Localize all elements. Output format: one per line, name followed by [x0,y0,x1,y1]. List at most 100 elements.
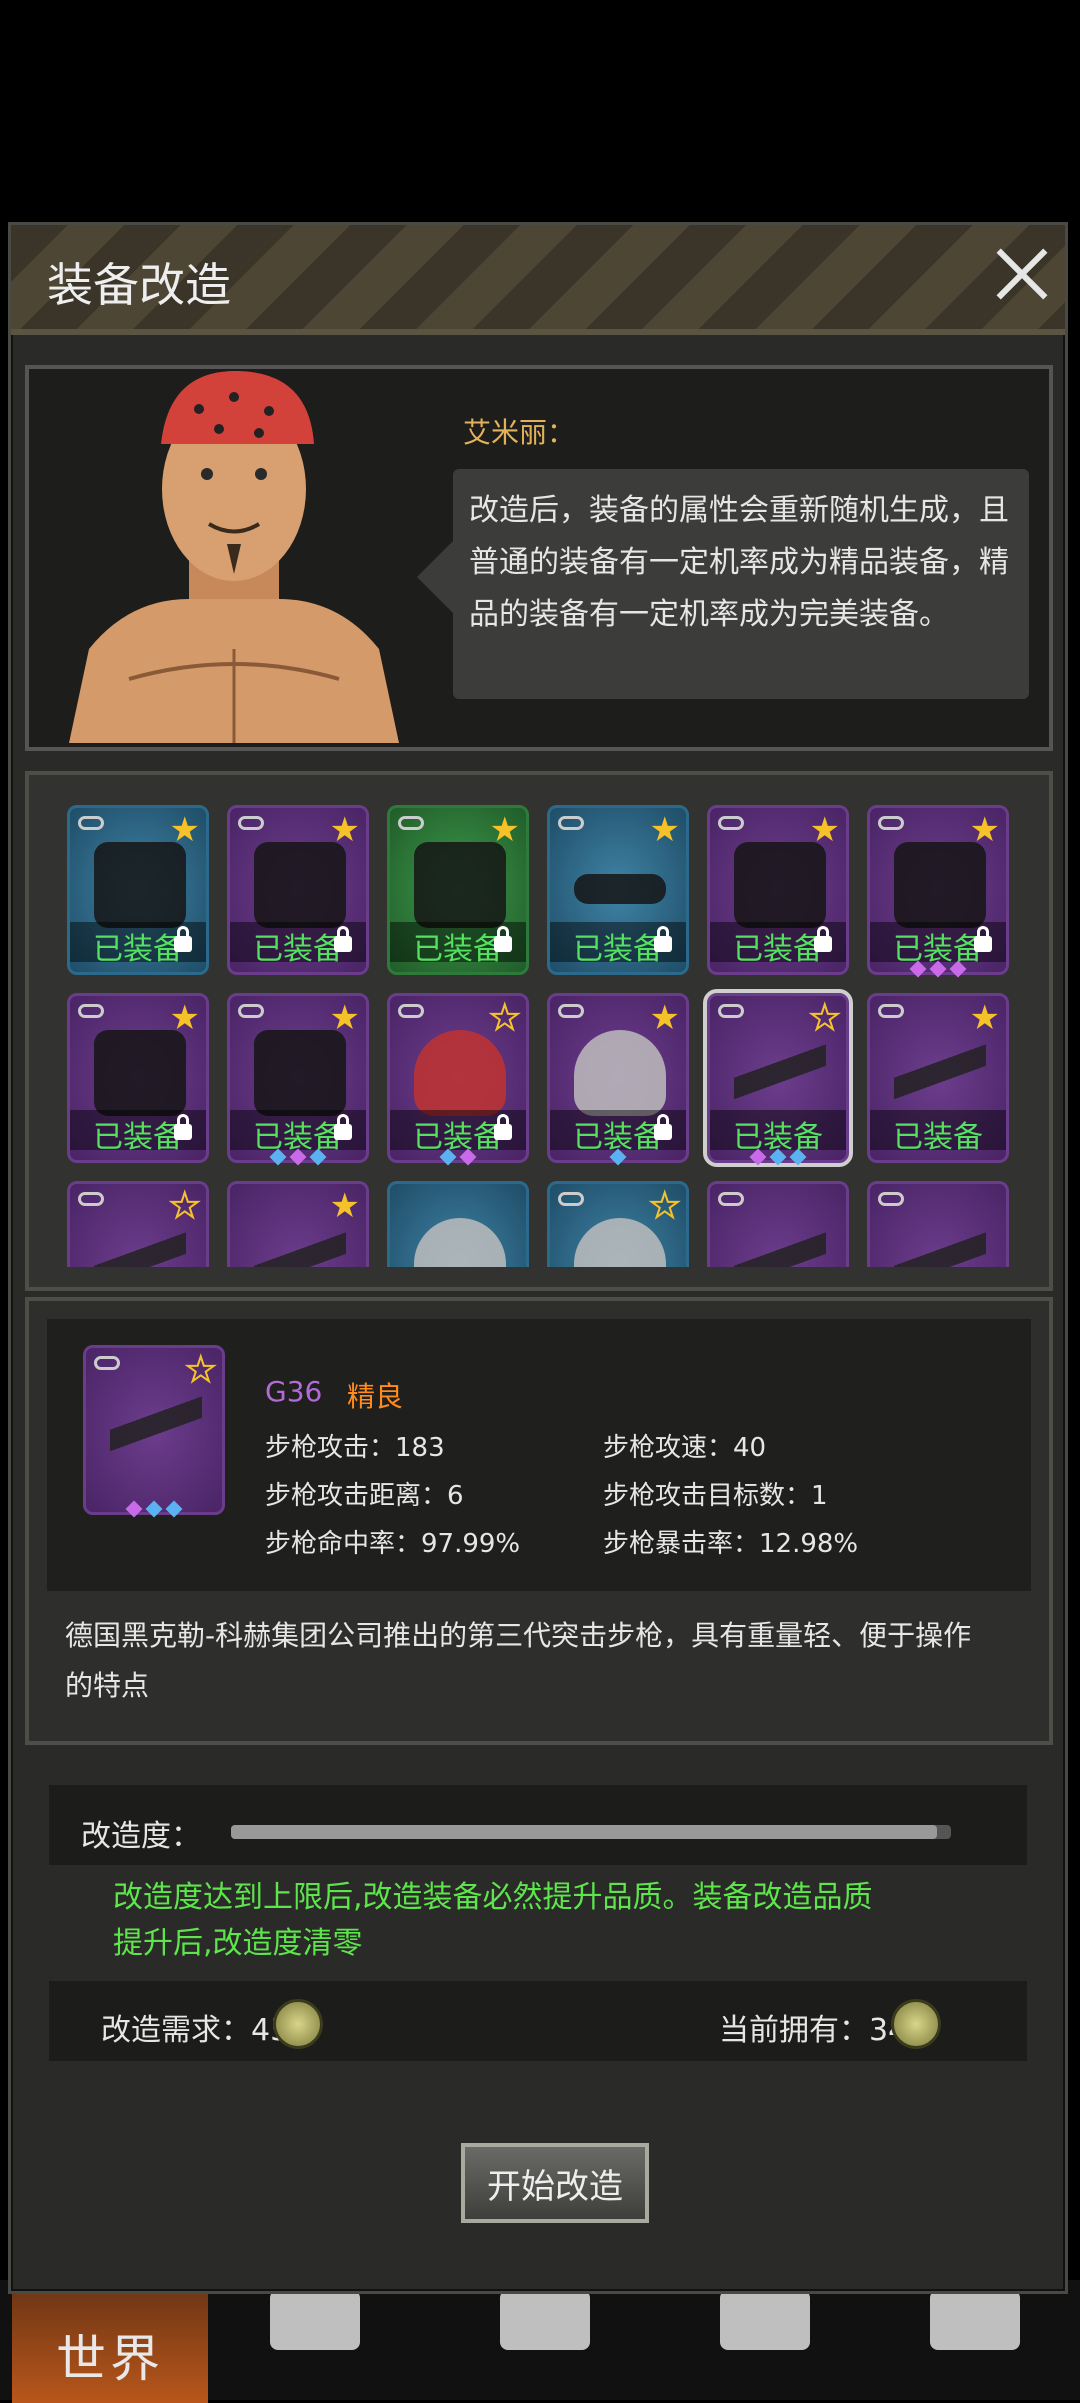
refine-requirement: 改造需求：45 [101,2013,290,2048]
equipment-grid-panel: ★ 已装备 ★ 已装备 ★ 已装备 ★ 已装备 ★ 已装备 ★ 已装备 ★ 已装… [25,771,1053,1291]
star-icon: ★ [649,810,680,850]
equip-slot-glasses[interactable]: ★ 已装备 [547,805,689,975]
equip-slot-boots[interactable]: ★ 已装备 [707,805,849,975]
lock-icon [654,926,672,952]
backpack-icon[interactable] [270,2290,360,2350]
star-outline-icon: ★ [648,1185,681,1227]
refine-label: 改造度： [81,1819,201,1854]
link-icon [238,816,264,830]
stat-rifle-attack-speed: 步枪攻速：40 [603,1433,767,1463]
knife-icon [94,1218,186,1267]
equip-slot-vest[interactable]: ★ 已装备 [67,805,209,975]
rifle-icon [894,1030,986,1116]
equipped-label: 已装备 [893,1120,983,1155]
inventory-slot-machete[interactable] [707,1181,849,1267]
link-icon [78,816,104,830]
link-icon [718,1192,744,1206]
lock-icon [174,926,192,952]
gem-slots [390,1148,526,1166]
lock-icon [174,1114,192,1140]
speech-text: 改造后，装备的属性会重新随机生成，且普通的装备有一定机率成为精品装备，精品的装备… [469,493,1009,632]
link-icon [558,816,584,830]
link-icon [878,816,904,830]
nav-tab-world[interactable]: 世界 [12,2280,208,2403]
stat-rifle-range: 步枪攻击距离：6 [265,1481,464,1511]
stat-rifle-attack: 步枪攻击：183 [265,1433,445,1463]
lock-icon [334,926,352,952]
gem-slots [230,1148,366,1166]
equipment-refine-dialog: 装备改造 艾米丽： 改造后，装备的属性会重新随机生成，且普通的装备有一定机率成为… [8,222,1068,2294]
equip-slot-armor[interactable]: ★ 已装备 [227,805,369,975]
start-refine-label: 开始改造 [487,2166,623,2207]
boots-icon [734,842,826,928]
equip-slot-red-helmet[interactable]: ★ 已装备 [387,993,529,1166]
owned-amount: 当前拥有：34 [719,2013,908,2048]
lock-icon [494,1114,512,1140]
link-icon [558,1192,584,1206]
equip-slot-police-helmet[interactable]: ★ 已装备 [547,993,689,1166]
machete-icon [894,1218,986,1267]
link-icon [718,816,744,830]
pants-icon [894,842,986,928]
lock-icon [654,1114,672,1140]
equip-slot-pants[interactable]: ★ 已装备 [867,805,1009,978]
start-refine-button[interactable]: 开始改造 [461,2143,649,2223]
lock-icon [494,926,512,952]
coat-icon [254,1030,346,1116]
item-quality: 精良 [347,1380,404,1413]
refine-progress-bar [231,1825,951,1839]
bottom-nav: 世界 [0,2280,1080,2403]
selected-item-icon: ★ [83,1345,225,1518]
refine-note: 改造度达到上限后,改造装备必然提升品质。装备改造品质提升后,改造度清零 [113,1880,873,1961]
dialog-title: 装备改造 [47,258,231,312]
npc-panel: 艾米丽： 改造后，装备的属性会重新随机生成，且普通的装备有一定机率成为精品装备，… [25,365,1053,751]
gem-slots [550,1148,686,1166]
rifle-icon [110,1382,202,1468]
lock-icon [814,926,832,952]
link-icon [78,1004,104,1018]
inventory-slot-machete-2[interactable] [867,1181,1009,1267]
link-icon [78,1192,104,1206]
inventory-slot-blade[interactable]: ★ [227,1181,369,1267]
blade-icon [254,1218,346,1267]
jacket-icon [94,1030,186,1116]
equip-slot-jacket[interactable]: ★ 已装备 [67,993,209,1163]
refine-progress-fill [231,1825,937,1839]
machete-icon [734,1218,826,1267]
stat-rifle-crit: 步枪暴击率：12.98% [603,1529,859,1559]
building-icon[interactable] [720,2290,810,2350]
link-icon [238,1004,264,1018]
inventory-slot-helmet[interactable] [387,1181,529,1267]
item-detail-panel: ★ G36 精良 步枪攻击：183 步枪攻速：40 步枪攻击距离：6 步枪攻击目… [25,1297,1053,1745]
stat-rifle-accuracy: 步枪命中率：97.99% [265,1529,521,1559]
close-icon[interactable] [993,245,1051,303]
inventory-slot-plate[interactable]: ★ [547,1181,689,1267]
link-icon [398,1004,424,1018]
link-icon [558,1004,584,1018]
equip-slot-mask[interactable]: ★ 已装备 [387,805,529,975]
star-outline-icon: ★ [488,997,521,1039]
npc-portrait [69,370,399,743]
mask-icon [414,842,506,928]
item-detail-header: ★ G36 精良 步枪攻击：183 步枪攻速：40 步枪攻击距离：6 步枪攻击目… [47,1319,1031,1591]
equip-slot-coat[interactable]: ★ 已装备 [227,993,369,1166]
equip-slot-g36-selected[interactable]: ★ 已装备 [703,989,853,1167]
speech-bubble: 改造后，装备的属性会重新随机生成，且普通的装备有一定机率成为精品装备，精品的装备… [417,469,1029,699]
glasses-icon [574,874,666,904]
equip-slot-rifle[interactable]: ★ 已装备 [867,993,1009,1163]
inventory-slot-knife[interactable]: ★ [67,1181,209,1267]
helmet-icon [414,1030,506,1116]
item-description: 德国黑克勒-科赫集团公司推出的第三代突击步枪，具有重量轻、便于操作的特点 [65,1619,972,1702]
helmet-icon [414,1218,506,1267]
armor-icon [254,842,346,928]
lock-icon [974,926,992,952]
rifle-icon [734,1030,826,1116]
link-icon [94,1356,120,1370]
workbench-icon[interactable] [930,2290,1020,2350]
link-icon [878,1004,904,1018]
equipment-grid[interactable]: ★ 已装备 ★ 已装备 ★ 已装备 ★ 已装备 ★ 已装备 ★ 已装备 ★ 已装… [43,787,1023,1267]
gem-slots [86,1500,222,1518]
stat-rifle-targets: 步枪攻击目标数：1 [603,1481,828,1511]
link-icon [878,1192,904,1206]
character-icon[interactable] [500,2290,590,2350]
